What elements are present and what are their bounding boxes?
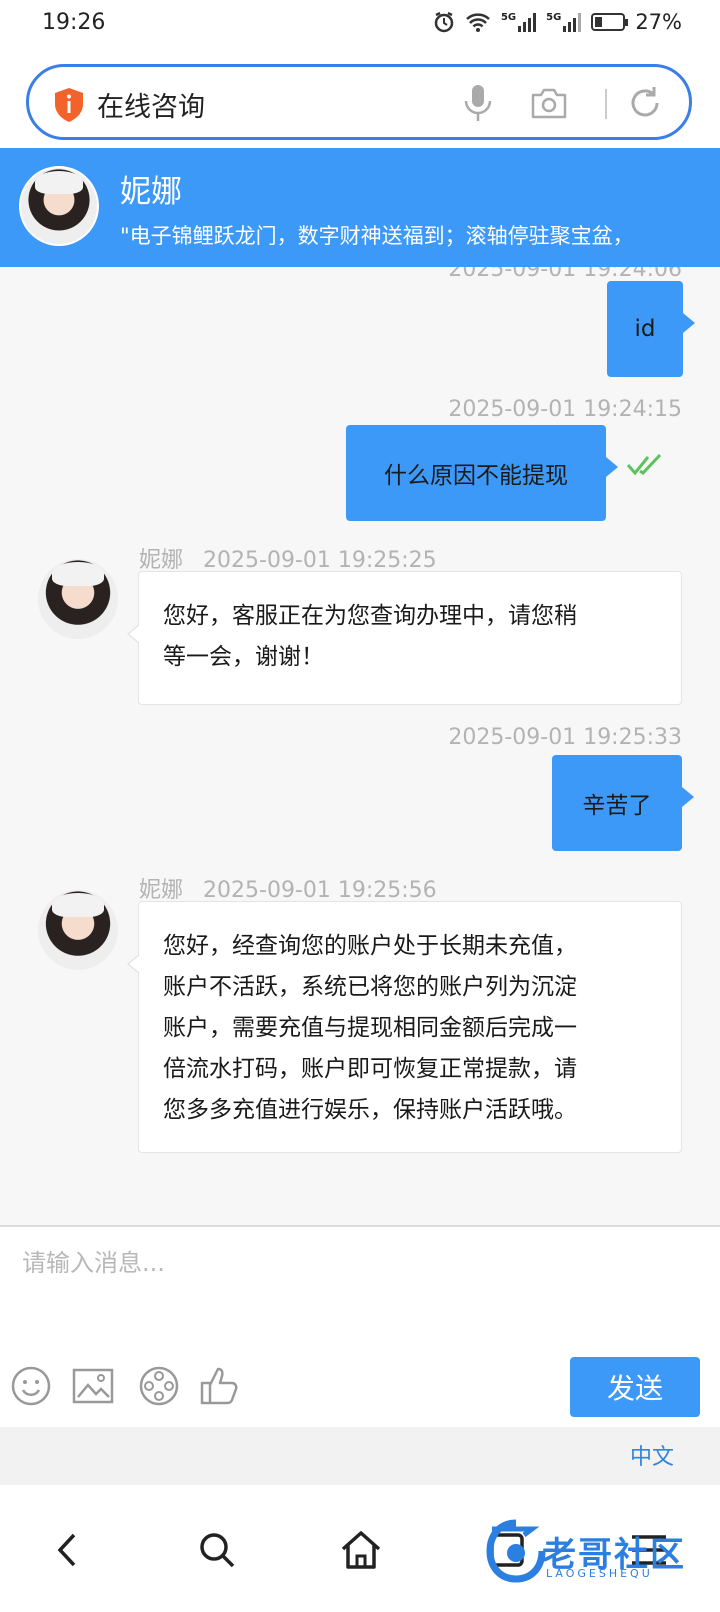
message-text: 什么原因不能提现 bbox=[384, 463, 568, 489]
status-bar: 19:26 5G 5G 27% bbox=[0, 0, 720, 50]
incoming-message[interactable]: 您好，客服正在为您查询办理中，请您稍 等一会，谢谢！ bbox=[127, 571, 682, 705]
message-line: 您好，经查询您的账户处于长期未充值， bbox=[163, 933, 577, 959]
agent-name: 妮娜 bbox=[120, 174, 182, 210]
message-time: 2025-09-01 19:25:25 bbox=[203, 548, 437, 573]
video-icon[interactable] bbox=[138, 1365, 180, 1407]
read-check-icon bbox=[626, 453, 662, 476]
status-time: 19:26 bbox=[42, 10, 106, 35]
message-meta: 妮娜 2025-09-01 19:25:56 bbox=[139, 872, 437, 904]
message-line: 等一会，谢谢！ bbox=[163, 644, 324, 670]
watermark-subtext: LAOGESHEQU bbox=[546, 1567, 653, 1580]
message-time: 2025-09-01 19:24:15 bbox=[448, 397, 682, 422]
status-icons: 5G 5G 27% bbox=[433, 10, 682, 34]
outgoing-message[interactable]: 辛苦了 bbox=[552, 755, 694, 851]
search-icon[interactable] bbox=[194, 1527, 240, 1573]
reload-icon[interactable] bbox=[627, 85, 663, 121]
alarm-icon bbox=[434, 11, 454, 33]
send-button[interactable]: 发送 bbox=[570, 1357, 700, 1417]
sender-name: 妮娜 bbox=[139, 548, 184, 573]
image-icon[interactable] bbox=[72, 1365, 114, 1407]
message-text: 辛苦了 bbox=[582, 793, 652, 819]
outgoing-message[interactable]: id bbox=[607, 281, 695, 377]
browser-toolbar: 在线咨询 bbox=[0, 50, 720, 148]
network-label-1: 5G bbox=[500, 12, 517, 23]
network-label-2: 5G bbox=[546, 12, 562, 23]
thumbs-up-icon[interactable] bbox=[198, 1365, 240, 1407]
microphone-icon[interactable] bbox=[461, 83, 495, 123]
toolbar-divider bbox=[605, 89, 607, 119]
agent-marquee: "电子锦鲤跃龙门，数字财神送福到；滚轴停驻聚宝盆， bbox=[120, 224, 634, 248]
message-text: id bbox=[634, 316, 656, 342]
sender-name: 妮娜 bbox=[139, 878, 184, 903]
composer: 发送 bbox=[0, 1225, 720, 1429]
address-text[interactable]: 在线咨询 bbox=[97, 85, 205, 124]
wifi-icon bbox=[466, 13, 490, 32]
language-toggle[interactable]: 中文 bbox=[630, 1439, 674, 1471]
message-time: 2025-09-01 19:25:56 bbox=[203, 878, 437, 903]
outgoing-message[interactable]: 什么原因不能提现 bbox=[346, 425, 618, 521]
message-line: 账户不活跃，系统已将您的账户列为沉淀 bbox=[163, 974, 577, 1000]
emoji-icon[interactable] bbox=[10, 1365, 52, 1407]
agent-avatar[interactable] bbox=[38, 890, 118, 970]
camera-icon[interactable] bbox=[529, 87, 569, 121]
battery-percent: 27% bbox=[635, 10, 682, 34]
message-input[interactable] bbox=[20, 1241, 704, 1335]
message-time: 2025-09-01 19:24:06 bbox=[448, 267, 682, 282]
home-icon[interactable] bbox=[338, 1527, 384, 1573]
watermark-emblem-icon bbox=[486, 1519, 546, 1583]
message-meta: 妮娜 2025-09-01 19:25:25 bbox=[139, 542, 437, 574]
signal-icon-2 bbox=[563, 12, 582, 32]
agent-avatar[interactable] bbox=[38, 559, 118, 639]
message-line: 账户，需要充值与提现相同金额后完成一 bbox=[163, 1015, 577, 1041]
back-icon[interactable] bbox=[46, 1527, 92, 1573]
message-list[interactable]: 2025-09-01 19:24:06 id 2025-09-01 19:24:… bbox=[0, 267, 720, 1225]
watermark-logo: 老哥社区 LAOGESHEQU bbox=[486, 1513, 706, 1589]
browser-nav-bar: 老哥社区 LAOGESHEQU bbox=[0, 1485, 720, 1612]
battery-icon bbox=[591, 13, 629, 31]
message-line: 倍流水打码，账户即可恢复正常提款，请 bbox=[163, 1056, 577, 1082]
address-bar[interactable]: 在线咨询 bbox=[26, 64, 692, 140]
incoming-message[interactable]: 您好，经查询您的账户处于长期未充值， 账户不活跃，系统已将您的账户列为沉淀 账户… bbox=[127, 901, 682, 1153]
shield-alert-icon bbox=[55, 88, 83, 122]
signal-icon-1 bbox=[518, 12, 537, 32]
chat-header: 妮娜 "电子锦鲤跃龙门，数字财神送福到；滚轴停驻聚宝盆， bbox=[0, 148, 720, 267]
language-bar: 中文 bbox=[0, 1427, 720, 1485]
message-line: 您好，客服正在为您查询办理中，请您稍 bbox=[163, 603, 577, 629]
message-time: 2025-09-01 19:25:33 bbox=[448, 725, 682, 750]
agent-avatar[interactable] bbox=[19, 166, 99, 246]
message-line: 您多多充值进行娱乐，保持账户活跃哦。 bbox=[163, 1097, 577, 1123]
